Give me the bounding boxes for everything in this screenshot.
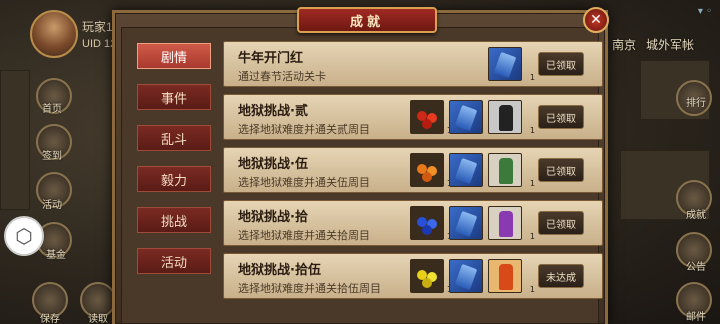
claim-button[interactable]: 未达成 [538,264,584,288]
achievement-row: 地狱挑战·拾 选择地狱难度并通关拾周目 10 1 1 已领取 [223,200,603,246]
ticket-icon[interactable]: 1 [449,153,496,188]
achievement-row: 地狱挑战·贰 选择地狱难度并通关贰周目 10 1 1 已领取 [223,94,603,140]
tab-perseverance[interactable]: 毅力 [137,166,211,192]
ticket-icon[interactable]: 1 [449,100,496,135]
signin-label: 签到 [42,151,62,162]
claim-button[interactable]: 已领取 [538,211,584,235]
close-icon[interactable]: ✕ [583,7,609,33]
ticket-icon[interactable]: 1 [488,47,535,82]
save-label: 保存 [40,314,60,324]
tab-challenge[interactable]: 挑战 [137,207,211,233]
tab-activity[interactable]: 活动 [137,248,211,274]
achievement-desc: 选择地狱难度并通关贰周目 [238,123,370,136]
dark-warrior-icon[interactable]: 1 [488,100,535,135]
load-label: 读取 [88,314,108,324]
player-avatar[interactable] [30,10,78,58]
floating-assist-icon[interactable]: ⬡ [4,216,44,256]
city-label: 南京 [612,38,637,52]
camp-button[interactable]: 城外军帐 [646,36,694,53]
activity-label: 活动 [42,200,62,211]
reward-count: 1 [529,126,535,135]
blue-fruit-icon[interactable]: 10 [410,206,457,241]
achievement-row: 地狱挑战·伍 选择地狱难度并通关伍周目 10 1 1 已领取 [223,147,603,193]
ticket-icon[interactable]: 1 [449,206,496,241]
achievement-title: 地狱挑战·拾伍 [238,263,321,278]
category-tabs: 剧情 事件 乱斗 毅力 挑战 活动 [137,43,217,289]
achievement-desc: 选择地狱难度并通关伍周目 [238,176,370,189]
achievement-title: 地狱挑战·贰 [238,104,308,119]
tab-event[interactable]: 事件 [137,84,211,110]
green-warrior-icon[interactable]: 1 [488,153,535,188]
achievement-desc: 通过春节活动关卡 [238,70,326,83]
claim-button[interactable]: 已领取 [538,158,584,182]
dialog-title: 成就 [297,7,437,33]
mail-label: 邮件 [686,312,706,323]
claim-button[interactable]: 已领取 [538,52,584,76]
purple-warrior-icon[interactable]: 1 [488,206,535,241]
fund-label: 基金 [46,250,66,261]
reward-count: 1 [529,232,535,241]
reward-count: 1 [529,285,535,294]
achievement-title: 地狱挑战·伍 [238,157,308,172]
achievement-dialog: 成就 ✕ 剧情 事件 乱斗 毅力 挑战 活动 牛年开门红 通过春节活动关卡 1 … [112,7,609,324]
achievement-label: 成就 [686,210,706,221]
notice-label: 公告 [686,262,706,273]
yellow-fruit-icon[interactable]: 10 [410,259,457,294]
reward-count: 1 [529,73,535,82]
achievement-row: 牛年开门红 通过春节活动关卡 1 已领取 [223,41,603,87]
achievement-title: 地狱挑战·拾 [238,210,308,225]
reward-count: 1 [529,179,535,188]
red-fruit-icon[interactable]: 10 [410,100,457,135]
orange-fruit-icon[interactable]: 10 [410,153,457,188]
ticket-icon[interactable]: 1 [449,259,496,294]
achievement-desc: 选择地狱难度并通关拾伍周目 [238,282,381,295]
claim-button[interactable]: 已领取 [538,105,584,129]
achievement-desc: 选择地狱难度并通关拾周目 [238,229,370,242]
achievement-list: 牛年开门红 通过春节活动关卡 1 已领取 地狱挑战·贰 选择地狱难度并通关贰周目… [223,41,603,306]
red-warrior-icon[interactable]: 1 [488,259,535,294]
home-label: 首页 [42,104,62,115]
tab-story[interactable]: 剧情 [137,43,211,69]
tab-brawl[interactable]: 乱斗 [137,125,211,151]
achievement-row: 地狱挑战·拾伍 选择地狱难度并通关拾伍周目 10 1 1 未达成 [223,253,603,299]
status-icons: ▾ ◦ [697,6,712,17]
ranking-label: 排行 [686,98,706,109]
achievement-title: 牛年开门红 [238,51,304,66]
